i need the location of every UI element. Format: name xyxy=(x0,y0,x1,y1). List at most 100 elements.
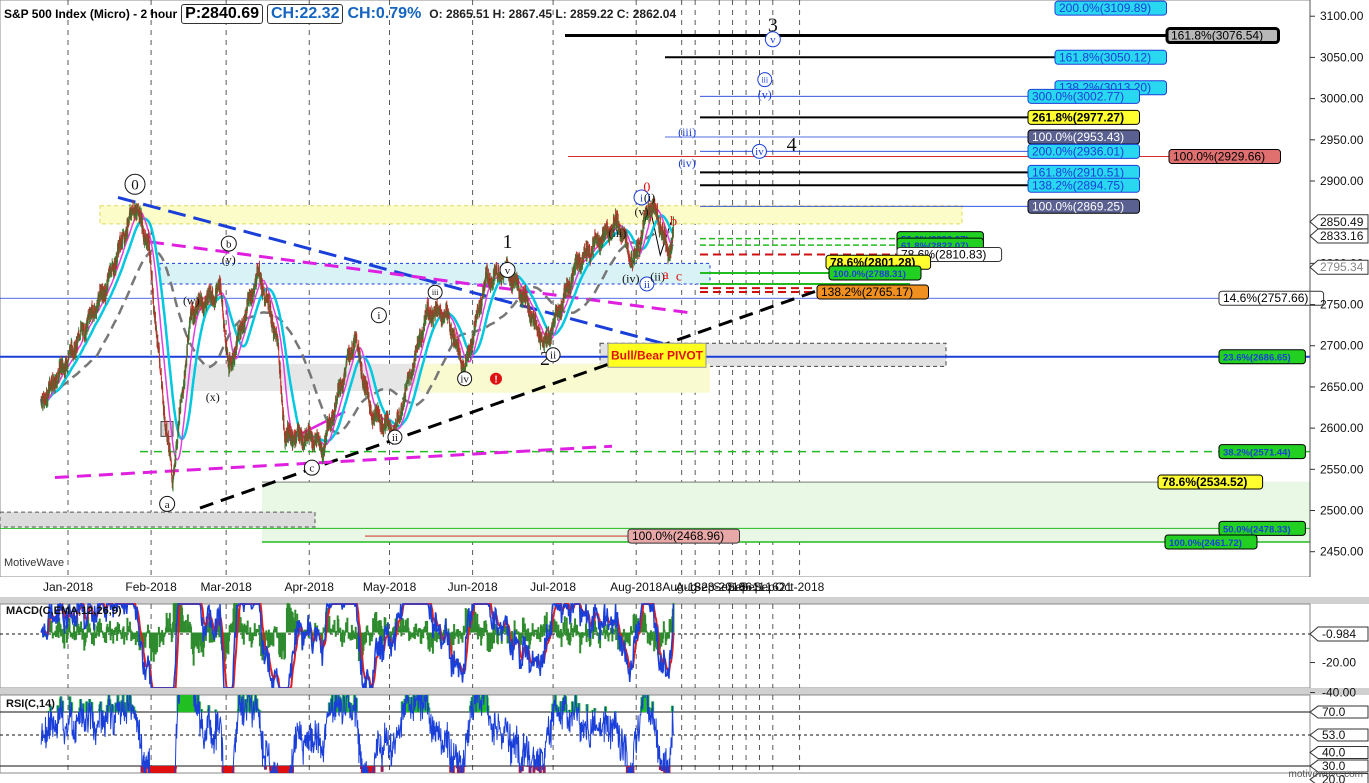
stock-chart[interactable]: 0b(y)(w)(x)aciiiiiiivv12 ii(iii)(iv)(v)ii… xyxy=(0,0,1369,783)
wave-label: (iv) xyxy=(678,156,695,170)
wave-label: ii xyxy=(387,429,403,445)
rsi-tick-label: 70.0 xyxy=(1322,705,1346,719)
fib-label: 38.2%(2571.44) xyxy=(1218,444,1306,460)
fib-label-text: 138.2%(2765.17) xyxy=(821,285,913,299)
y-tick-label: 3050.00 xyxy=(1320,50,1364,64)
fib-label: 161.8%(3076.54) xyxy=(1165,27,1280,45)
x-tick-label: Oct-2018 xyxy=(775,580,825,594)
price-change: CH:22.32 xyxy=(267,4,344,24)
x-tick-label: Jul-2018 xyxy=(530,580,576,594)
wave-label: iii xyxy=(757,72,773,88)
wave-label-text: 0 xyxy=(131,178,139,194)
price-change-pct: CH:0.79% xyxy=(347,5,422,22)
rsi-y-tick: 53.0 xyxy=(1309,728,1369,742)
price-axis: 3100.00 3050.00 3000.00 2950.00 2900.00 2850.… xyxy=(1309,0,1369,577)
wave-label-text: (w) xyxy=(183,294,200,308)
y-tick-label: 2500.00 xyxy=(1320,504,1364,518)
wave-label: iv xyxy=(751,143,767,159)
wave-label: b xyxy=(670,214,677,229)
fib-label-text: 14.6%(2757.66) xyxy=(1223,291,1308,305)
fib-label-text: 100.0%(2788.31) xyxy=(833,269,906,280)
chart-title: S&P 500 Index (Micro) - 2 hour xyxy=(4,7,178,21)
x-tick-label: Aug-2018 xyxy=(610,580,662,594)
wave-label-text: c xyxy=(309,463,314,475)
wave-label-text: a xyxy=(663,268,670,283)
fib-label: 100.0%(2468.96) xyxy=(627,528,740,544)
y-tick-label: 3000.00 xyxy=(1320,92,1364,106)
macd-tick-label: -0.984 xyxy=(1322,627,1356,641)
wave-label: b xyxy=(220,235,237,252)
wave-label-text: (iii) xyxy=(678,125,696,139)
wave-label-text: i xyxy=(377,310,380,322)
macd-y-tick: -20.00 xyxy=(1310,656,1356,670)
fib-label: 14.6%(2757.66) xyxy=(1218,290,1325,306)
fib-label-text: 100.0%(2461.72) xyxy=(1169,538,1242,549)
wave-label-text: iii xyxy=(761,75,768,84)
wave-label-text: (v) xyxy=(635,205,649,219)
wave-label: iii xyxy=(427,284,443,300)
chart-header: S&P 500 Index (Micro) - 2 hour P:2840.69… xyxy=(4,2,676,26)
rsi-y-tick: 40.0 xyxy=(1309,746,1369,760)
wave-label-text: iv xyxy=(755,146,764,158)
alert-mark: ! xyxy=(494,375,497,386)
fib-label-text: 100.0%(2468.96) xyxy=(632,529,724,543)
x-tick-label: May-2018 xyxy=(363,580,417,594)
green-target-zone xyxy=(262,481,1310,542)
wave-label: 4 xyxy=(787,134,797,156)
ohlc-readout: O: 2865.51 H: 2867.45 L: 2859.22 C: 2862… xyxy=(429,7,677,21)
wave-label: iv xyxy=(457,371,473,387)
wave-label: (iii) xyxy=(608,226,626,240)
fib-label-text: 200.0%(3109.89) xyxy=(1059,1,1151,15)
fib-label-text: 200.0%(2936.01) xyxy=(1032,144,1124,158)
y-tick-label: 2550.00 xyxy=(1320,462,1364,476)
fib-label: 100.0%(2869.25) xyxy=(1027,198,1140,214)
panel-divider xyxy=(0,688,1369,695)
fib-label-text: 100.0%(2953.43) xyxy=(1032,130,1124,144)
fib-label: 23.6%(2686.65) xyxy=(1218,349,1306,365)
fib-label: 300.0%(3002.77) xyxy=(1027,88,1140,104)
y-tick-label: 2450.00 xyxy=(1320,545,1364,559)
x-tick-label: Jan-2018 xyxy=(43,580,93,594)
fib-label-text: 161.8%(3050.12) xyxy=(1059,50,1151,64)
rsi-tick-label: 40.0 xyxy=(1322,746,1346,760)
fib-label-text: 50.0%(2478.33) xyxy=(1223,524,1291,535)
fib-label-text: 261.8%(2977.27) xyxy=(1032,110,1124,124)
fib-label-text: 100.0%(2929.66) xyxy=(1173,150,1265,164)
macd-tick-label: -20.00 xyxy=(1322,656,1356,670)
fib-label: 161.8%(2910.51) xyxy=(1027,164,1140,180)
wave-label-text: (iii) xyxy=(608,226,626,240)
fib-label-text: 300.0%(3002.77) xyxy=(1032,89,1124,103)
wave-label-text: 1 xyxy=(503,231,513,253)
last-price: P:2840.69 xyxy=(181,4,263,24)
wave-label-text: (x) xyxy=(206,390,220,404)
fib-label: 200.0%(3109.89) xyxy=(1054,0,1167,16)
wave-label: (iii) xyxy=(678,125,696,139)
wave-label-text: iii xyxy=(432,288,439,297)
x-tick-label: Feb-2018 xyxy=(125,580,177,594)
panel-divider xyxy=(0,597,1369,604)
fib-label: 200.0%(2936.01) xyxy=(1027,143,1140,159)
wave-label: 1 xyxy=(503,231,513,253)
wave-label: (y) xyxy=(222,252,236,266)
axis-price-tag: 2850.49 xyxy=(1309,214,1369,230)
wave-label: v xyxy=(764,31,781,48)
wave-label: (v) xyxy=(635,205,649,219)
wave-label: 0 xyxy=(124,173,146,195)
fib-label-text: 78.6%(2534.52) xyxy=(1162,475,1247,489)
wave-label: (iv) xyxy=(622,271,639,285)
fib-label: 261.8%(2977.27) xyxy=(1027,109,1140,125)
fib-label: 138.2%(2765.17) xyxy=(816,284,929,300)
fib-label: 100.0%(2929.66) xyxy=(1168,149,1281,165)
fib-label-text: 161.8%(2910.51) xyxy=(1032,165,1124,179)
wave-label-text: (v) xyxy=(758,88,772,102)
price-tag-label: 2833.16 xyxy=(1320,229,1364,243)
gray-band xyxy=(0,511,316,528)
wave-label: c xyxy=(676,270,682,285)
wave-label-text: v xyxy=(505,265,511,277)
wave-label-text: 4 xyxy=(787,134,797,156)
pivot-label-text: Bull/Bear PIVOT xyxy=(611,348,704,362)
wave-label-text: (y) xyxy=(222,252,236,266)
wave-label-text: a xyxy=(165,499,170,511)
fib-label: 100.0%(2461.72) xyxy=(1164,534,1258,550)
fib-label: 78.6%(2534.52) xyxy=(1157,474,1264,490)
